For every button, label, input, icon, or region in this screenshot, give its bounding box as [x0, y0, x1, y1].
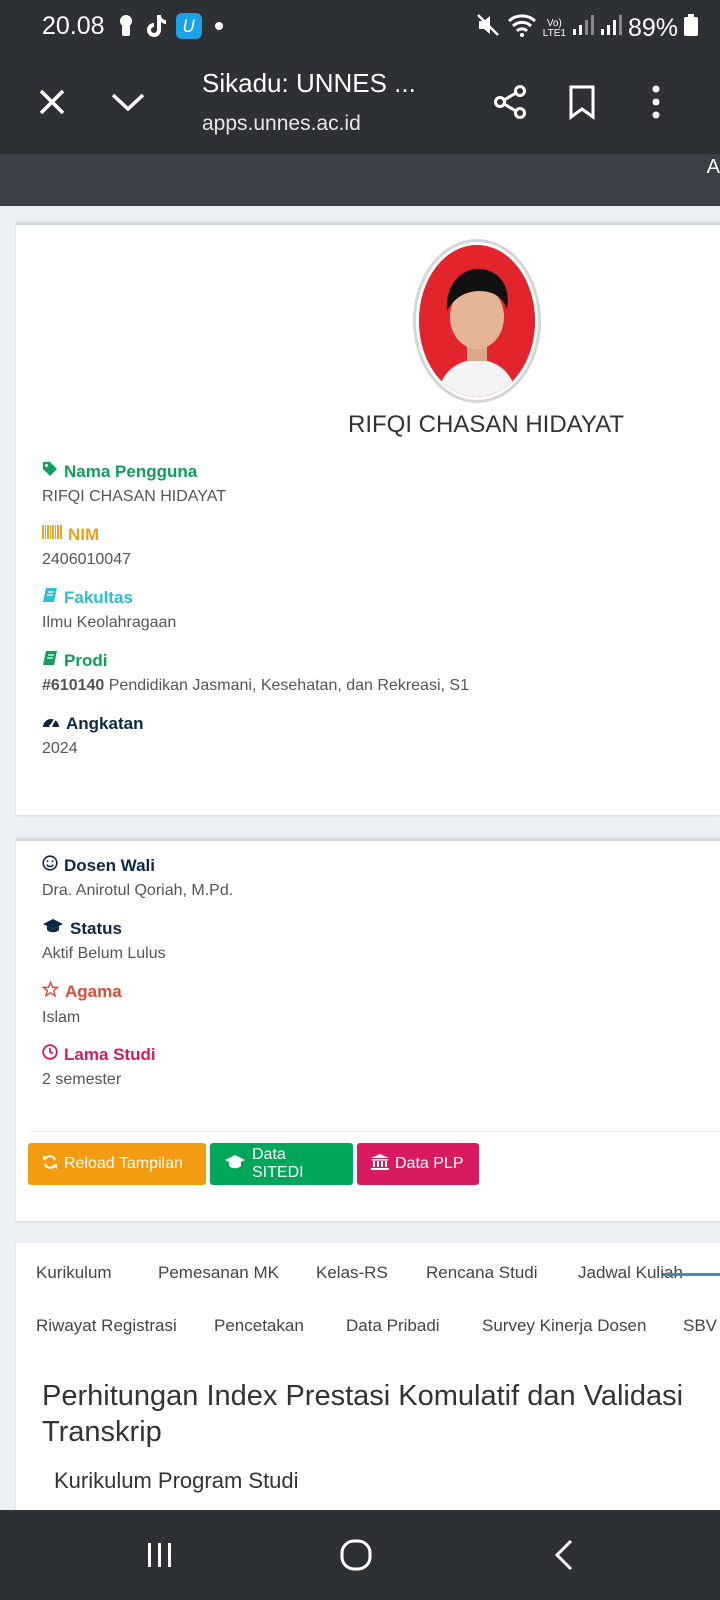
prodi-value-line: #610140 Pendidikan Jasmani, Kesehatan, d… — [42, 677, 469, 695]
navbar-edge-text[interactable]: A — [707, 156, 720, 179]
person-avatar-icon — [419, 245, 535, 397]
username-field: Nama Pengguna RIFQI CHASAN HIDAYAT — [42, 461, 226, 506]
signal-icon-1 — [572, 13, 594, 44]
prodi-code: #610140 — [42, 677, 105, 694]
tab-kurikulum[interactable]: Kurikulum — [36, 1263, 112, 1283]
advisor-field: Dosen Wali Dra. Anirotul Qoriah, M.Pd. — [42, 855, 233, 900]
home-icon[interactable] — [326, 1532, 386, 1578]
username-value: RIFQI CHASAN HIDAYAT — [42, 488, 227, 505]
angkatan-value: 2024 — [42, 740, 78, 757]
clock: 20.08 — [42, 12, 105, 40]
dashboard-gauge-icon — [42, 713, 60, 734]
faculty-value: Ilmu Keolahragaan — [42, 614, 177, 631]
active-tab-indicator — [663, 1273, 720, 1276]
volte-icon: Vo) LTE1 — [542, 17, 566, 39]
duration-field: Lama Studi 2 semester — [42, 1044, 156, 1089]
tab-rencana-studi[interactable]: Rencana Studi — [426, 1263, 538, 1283]
student-name: RIFQI CHASAN HIDAYAT — [348, 411, 625, 438]
prodi-field: Prodi #610140 Pendidikan Jasmani, Keseha… — [42, 650, 469, 695]
status-right-group: Vo) LTE1 89% — [475, 12, 698, 45]
data-plp-button[interactable]: Data PLP — [357, 1143, 479, 1185]
svg-text:U: U — [183, 17, 196, 37]
clock-icon — [42, 1044, 58, 1065]
refresh-icon — [42, 1154, 58, 1175]
tiktok-icon — [144, 13, 168, 39]
sitedi-button-label: Data SITEDI — [252, 1146, 304, 1181]
more-options-icon[interactable] — [634, 80, 678, 124]
plp-button-label: Data PLP — [395, 1155, 464, 1172]
bookmark-icon[interactable] — [560, 80, 604, 124]
chevron-down-icon[interactable] — [106, 80, 150, 124]
faculty-field: Fakultas Ilmu Keolahragaan — [42, 587, 176, 632]
religion-value: Islam — [42, 1009, 81, 1026]
page-url[interactable]: apps.unnes.ac.id — [202, 112, 361, 136]
book-icon — [42, 650, 58, 671]
tab-riwayat-registrasi[interactable]: Riwayat Registrasi — [36, 1316, 177, 1336]
graduation-cap-icon — [42, 918, 64, 939]
angkatan-label: Angkatan — [66, 713, 144, 733]
advisor-label: Dosen Wali — [64, 855, 155, 875]
advisor-value: Dra. Anirotul Qoriah, M.Pd. — [42, 882, 234, 899]
religion-field: Agama Islam — [41, 980, 122, 1027]
card-divider — [28, 1131, 720, 1132]
book-icon — [42, 587, 58, 608]
tab-sbv[interactable]: SBV — [683, 1316, 717, 1336]
nim-field: NIM 2406010047 — [42, 524, 131, 569]
reload-view-button[interactable]: Reload Tampilan — [28, 1143, 206, 1185]
tab-data-pribadi[interactable]: Data Pribadi — [346, 1316, 440, 1336]
tab-survey-kinerja-dosen[interactable]: Survey Kinerja Dosen — [482, 1316, 646, 1336]
section-subtitle: Kurikulum Program Studi — [54, 1468, 299, 1493]
lock-notification-icon — [118, 13, 134, 39]
nim-value: 2406010047 — [42, 551, 131, 568]
app-u-icon: U — [176, 13, 202, 39]
share-icon[interactable] — [488, 80, 532, 124]
battery-icon — [684, 13, 698, 44]
back-icon[interactable] — [534, 1532, 594, 1578]
browser-toolbar: Sikadu: UNNES ... apps.unnes.ac.id — [0, 56, 720, 154]
username-label: Nama Pengguna — [64, 461, 198, 481]
wifi-icon — [507, 12, 537, 45]
battery-percent: 89% — [627, 14, 678, 42]
faculty-label: Fakultas — [64, 587, 133, 607]
status-label: Status — [70, 918, 122, 938]
more-notifications-dot-icon — [214, 13, 224, 39]
profile-photo — [413, 239, 541, 403]
signal-icon-2 — [600, 13, 622, 44]
profile-card: RIFQI CHASAN HIDAYAT Nama Pengguna RIFQI… — [16, 222, 720, 815]
star-icon — [41, 980, 60, 1003]
network-label: LTE1 — [542, 27, 566, 39]
tab-pemesanan-mk[interactable]: Pemesanan MK — [158, 1263, 279, 1283]
smile-icon — [42, 855, 58, 876]
religion-label: Agama — [65, 982, 122, 1001]
graduation-cap-icon — [224, 1154, 246, 1175]
tag-icon — [42, 461, 58, 482]
duration-label: Lama Studi — [64, 1044, 156, 1064]
mute-icon — [475, 12, 501, 45]
tabs-card: Kurikulum Pemesanan MK Kelas-RS Rencana … — [16, 1243, 720, 1513]
duration-value: 2 semester — [42, 1071, 122, 1088]
page-title[interactable]: Sikadu: UNNES ... — [202, 68, 416, 99]
status-field: Status Aktif Belum Lulus — [42, 918, 166, 963]
institution-icon — [371, 1153, 389, 1175]
tab-pencetakan[interactable]: Pencetakan — [214, 1316, 304, 1336]
barcode-icon — [42, 524, 62, 545]
nim-label: NIM — [68, 524, 100, 544]
close-icon[interactable] — [30, 80, 74, 124]
prodi-value: Pendidikan Jasmani, Kesehatan, dan Rekre… — [108, 677, 469, 694]
tab-kelas-rs[interactable]: Kelas-RS — [316, 1263, 388, 1283]
academic-card: Dosen Wali Dra. Anirotul Qoriah, M.Pd. S… — [16, 838, 720, 1221]
status-value: Aktif Belum Lulus — [42, 945, 166, 962]
section-title: Perhitungan Index Prestasi Komulatif dan… — [42, 1380, 684, 1448]
status-bar: 20.08 U Vo) LTE1 89% — [0, 0, 720, 56]
reload-button-label: Reload Tampilan — [64, 1155, 183, 1172]
angkatan-field: Angkatan 2024 — [42, 713, 143, 758]
recent-apps-icon[interactable] — [130, 1532, 190, 1578]
android-nav-bar — [0, 1510, 720, 1600]
data-sitedi-button[interactable]: Data SITEDI — [210, 1143, 353, 1185]
prodi-label: Prodi — [64, 650, 108, 670]
site-navbar: A — [0, 154, 720, 206]
